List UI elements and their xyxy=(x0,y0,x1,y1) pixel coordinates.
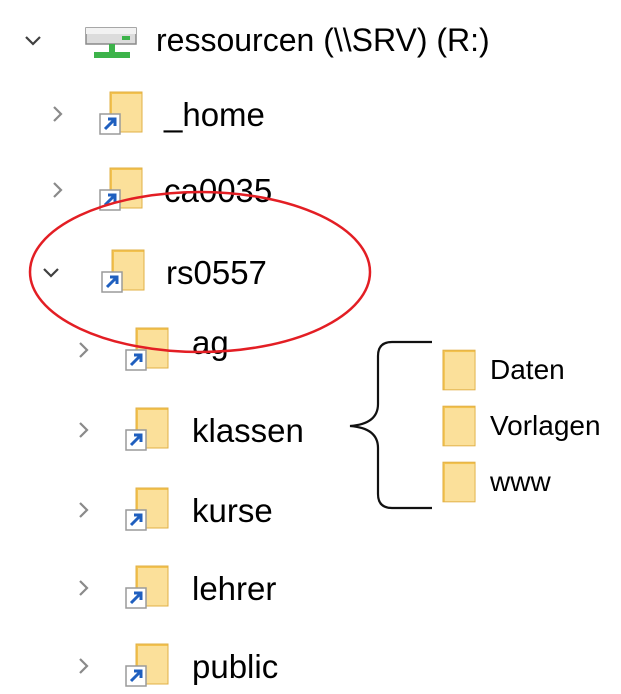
tree-item-ca0035[interactable]: ca0035 xyxy=(44,162,272,218)
chevron-right-icon[interactable] xyxy=(44,177,70,203)
folder-shortcut-icon xyxy=(124,326,172,374)
subfolder-label: Daten xyxy=(490,354,565,385)
tree-item-home[interactable]: _home xyxy=(44,86,265,142)
chevron-right-icon[interactable] xyxy=(70,417,96,443)
tree-item-label: kurse xyxy=(192,491,273,529)
tree-item-public[interactable]: public xyxy=(70,638,278,694)
tree-item-label: ressourcen (\\SRV) (R:) xyxy=(156,22,490,58)
folder-icon xyxy=(442,349,476,391)
tree-item-label: ag xyxy=(192,323,229,361)
folder-shortcut-icon xyxy=(100,248,148,296)
tree-item-ag[interactable]: ag xyxy=(70,322,229,378)
tree-item-drive[interactable]: ressourcen (\\SRV) (R:) xyxy=(20,12,490,68)
subfolder-label: www xyxy=(490,466,551,497)
tree-item-label: _home xyxy=(164,95,265,133)
tree-item-label: klassen xyxy=(192,411,304,449)
chevron-right-icon[interactable] xyxy=(70,497,96,523)
folder-icon xyxy=(442,461,476,503)
folder-icon xyxy=(442,405,476,447)
folder-shortcut-icon xyxy=(124,486,172,534)
chevron-down-icon[interactable] xyxy=(20,27,46,53)
tree-item-rs0557[interactable]: rs0557 xyxy=(38,244,267,300)
chevron-right-icon[interactable] xyxy=(70,337,96,363)
tree-item-kurse[interactable]: kurse xyxy=(70,482,273,538)
chevron-down-icon[interactable] xyxy=(38,259,64,285)
chevron-right-icon[interactable] xyxy=(44,101,70,127)
tree-item-label: lehrer xyxy=(192,569,277,607)
folder-shortcut-icon xyxy=(124,406,172,454)
curly-brace xyxy=(349,340,432,510)
folder-shortcut-icon xyxy=(124,642,172,690)
subfolder-www: www xyxy=(442,454,551,510)
tree-item-lehrer[interactable]: lehrer xyxy=(70,560,276,616)
network-drive-icon xyxy=(84,16,140,64)
chevron-right-icon[interactable] xyxy=(70,653,96,679)
subfolder-vorlagen: Vorlagen xyxy=(442,398,601,454)
tree-item-label: rs0557 xyxy=(166,253,267,291)
tree-item-klassen[interactable]: klassen xyxy=(70,402,304,458)
tree-item-label: ca0035 xyxy=(164,171,273,209)
tree-item-label: public xyxy=(192,647,279,685)
folder-shortcut-icon xyxy=(98,90,146,138)
folder-shortcut-icon xyxy=(124,564,172,612)
subfolder-label: Vorlagen xyxy=(490,410,601,441)
subfolder-daten: Daten xyxy=(442,342,565,398)
chevron-right-icon[interactable] xyxy=(70,575,96,601)
folder-shortcut-icon xyxy=(98,166,146,214)
